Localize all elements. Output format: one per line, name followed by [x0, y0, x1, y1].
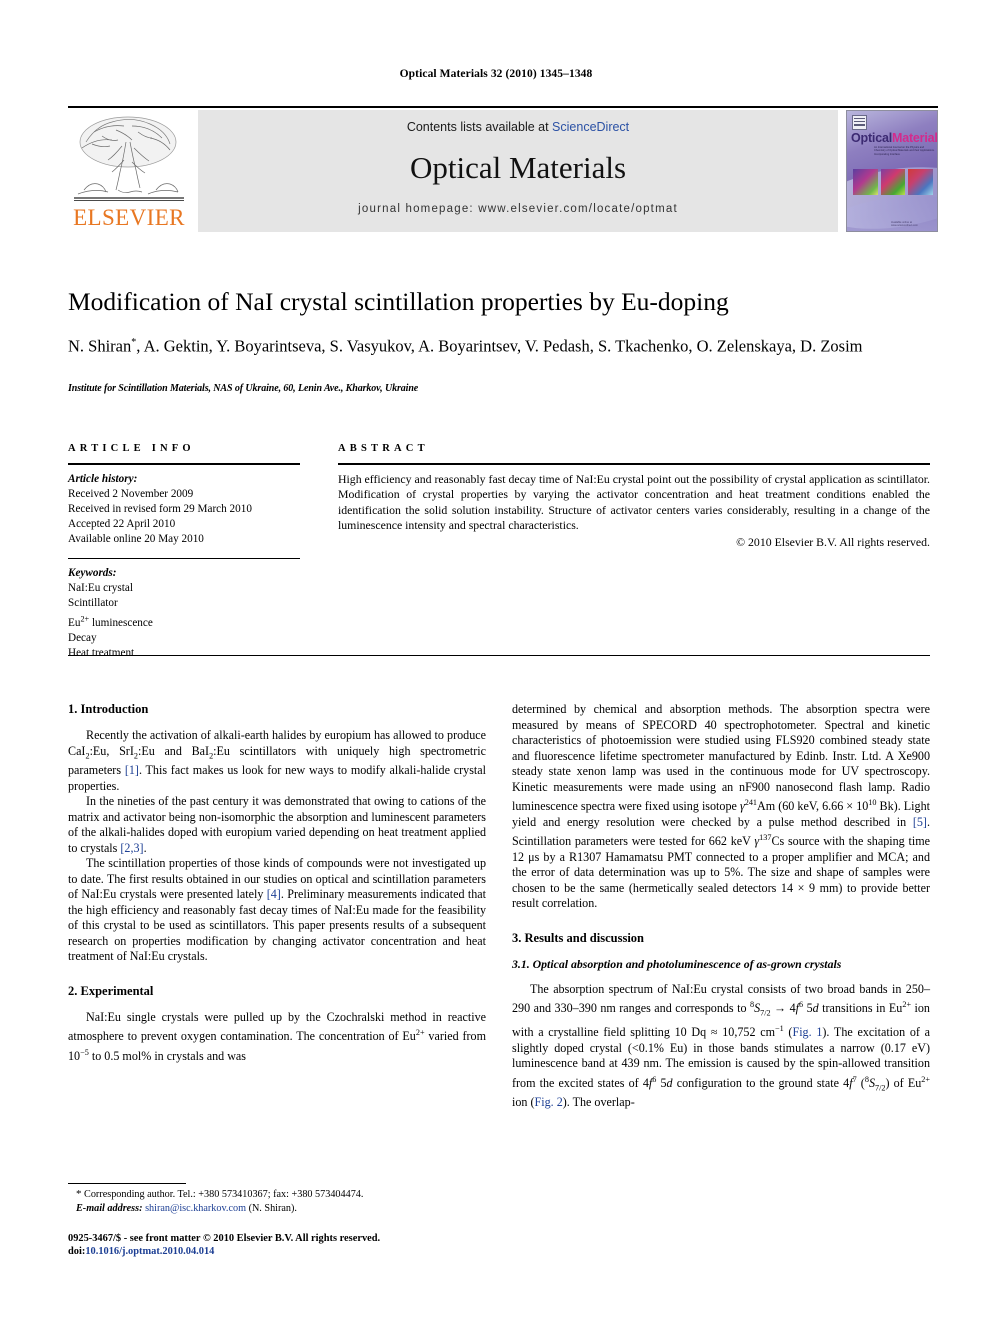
journal-cover-thumbnail: OpticalMaterials An International Journa… — [846, 110, 938, 232]
footnote-rule — [68, 1183, 186, 1184]
cover-footline: Available online at www.sciencedirect.co… — [891, 221, 918, 227]
keyword-item: Scintillator — [68, 597, 118, 610]
email-label: E-mail address: — [76, 1202, 143, 1214]
intro-paragraph-3: The scintillation properties of those ki… — [68, 856, 486, 964]
citation-ref[interactable]: [2,3] — [120, 841, 143, 855]
citation-ref[interactable]: [1] — [125, 763, 139, 777]
history-item: Accepted 22 April 2010 — [68, 518, 176, 531]
article-history-label: Article history: — [68, 472, 138, 485]
section-heading-introduction: 1. Introduction — [68, 702, 149, 716]
cover-subtitle: An International Journal on the Physics … — [874, 146, 935, 156]
cover-tile-2 — [880, 169, 906, 195]
article-info-rule — [68, 463, 300, 465]
cover-tile-1 — [853, 169, 878, 195]
figure-ref[interactable]: Fig. 1 — [792, 1025, 822, 1039]
cover-title-part1: Optical — [851, 131, 892, 145]
article-info-block: ARTICLE INFO Article history: Received 2… — [68, 443, 300, 662]
elsevier-wordmark: ELSEVIER — [73, 205, 185, 230]
article-info-heading: ARTICLE INFO — [68, 443, 195, 454]
affiliation: Institute for Scintillation Materials, N… — [68, 383, 419, 394]
abstract-block: ABSTRACT High efficiency and reasonably … — [338, 443, 930, 550]
abstract-heading: ABSTRACT — [338, 443, 429, 454]
keyword-item: Heat treatment — [68, 647, 135, 660]
email-note: E-mail address: shiran@isc.kharkov.com (… — [76, 1202, 297, 1214]
cover-image-tiles — [853, 169, 934, 195]
keywords-block: Keywords: NaI:Eu crystal Scintillator Eu… — [68, 566, 300, 662]
sciencedirect-link[interactable]: ScienceDirect — [552, 120, 629, 134]
author-list: N. Shiran*, A. Gektin, Y. Boyarintseva, … — [68, 336, 863, 356]
journal-header-band: ELSEVIER Contents lists available at Sci… — [68, 110, 938, 232]
keywords-rule — [68, 557, 300, 559]
history-item: Available online 20 May 2010 — [68, 533, 204, 546]
cover-title-part2: Materials — [891, 131, 938, 145]
history-item: Received in revised form 29 March 2010 — [68, 503, 252, 515]
keyword-item: NaI:Eu crystal — [68, 581, 133, 594]
figure-ref[interactable]: Fig. 2 — [535, 1095, 563, 1109]
paper-page: Optical Materials 32 (2010) 1345–1348 EL… — [0, 0, 992, 1323]
keyword-item: Eu2+ luminescence — [68, 614, 153, 629]
article-history: Article history: Received 2 November 200… — [68, 472, 300, 548]
experimental-paragraph-1: NaI:Eu single crystals were pulled up by… — [68, 1009, 486, 1063]
keywords-label: Keywords: — [68, 566, 117, 579]
section-heading-experimental: 2. Experimental — [68, 983, 154, 998]
keyword-item: Decay — [68, 632, 97, 645]
doi-label: doi: — [68, 1246, 86, 1258]
section-heading-results: 3. Results and discussion — [512, 930, 644, 945]
contents-lists-line: Contents lists available at ScienceDirec… — [198, 120, 838, 134]
abstract-copyright: © 2010 Elsevier B.V. All rights reserved… — [736, 534, 930, 549]
page-title: Modification of NaI crystal scintillatio… — [68, 287, 729, 316]
journal-name: Optical Materials — [409, 150, 627, 185]
citation-ref[interactable]: [4] — [267, 887, 281, 901]
email-link[interactable]: shiran@isc.kharkov.com — [145, 1203, 246, 1214]
citation-ref[interactable]: [5] — [913, 815, 927, 829]
experimental-paragraph-1-continued: determined by chemical and absorption me… — [512, 702, 930, 911]
subsection-heading-optical-absorption: 3.1. Optical absorption and photolumines… — [512, 956, 842, 971]
running-head: Optical Materials 32 (2010) 1345–1348 — [399, 68, 593, 80]
journal-info-band: Contents lists available at ScienceDirec… — [198, 110, 838, 232]
footnote-block: * Corresponding author. Tel.: +380 57341… — [68, 1188, 488, 1215]
imprint-block: 0925-3467/$ - see front matter © 2010 El… — [68, 1232, 498, 1259]
intro-paragraph-2: In the nineties of the past century it w… — [68, 794, 486, 855]
elsevier-tree-icon — [74, 116, 184, 201]
results-paragraph-1: The absorption spectrum of NaI:Eu crysta… — [512, 981, 930, 1110]
cover-title: OpticalMaterials — [851, 131, 937, 145]
corresponding-author-note: * Corresponding author. Tel.: +380 57341… — [76, 1188, 364, 1200]
contents-prefix: Contents lists available at — [406, 120, 553, 134]
body-column-left: 1. Introduction Recently the activation … — [68, 702, 486, 1064]
cover-sciencedirect-mark-icon — [852, 115, 867, 130]
asterisk-icon: * — [76, 1188, 82, 1200]
intro-paragraph-1: Recently the activation of alkali-earth … — [68, 728, 486, 793]
header-top-rule — [68, 106, 938, 109]
abstract-bottom-rule — [68, 655, 930, 657]
issn-line: 0925-3467/$ - see front matter © 2010 El… — [68, 1233, 381, 1244]
abstract-rule — [338, 463, 930, 465]
history-item: Received 2 November 2009 — [68, 487, 194, 500]
elsevier-logo: ELSEVIER — [68, 110, 190, 232]
corresponding-author-marker: * — [131, 337, 137, 348]
cover-tile-3 — [908, 169, 934, 195]
journal-homepage-link[interactable]: journal homepage: www.elsevier.com/locat… — [198, 203, 838, 215]
doi-link[interactable]: 10.1016/j.optmat.2010.04.014 — [85, 1246, 214, 1257]
body-column-right: determined by chemical and absorption me… — [512, 702, 930, 1111]
abstract-text: High efficiency and reasonably fast deca… — [338, 471, 930, 533]
